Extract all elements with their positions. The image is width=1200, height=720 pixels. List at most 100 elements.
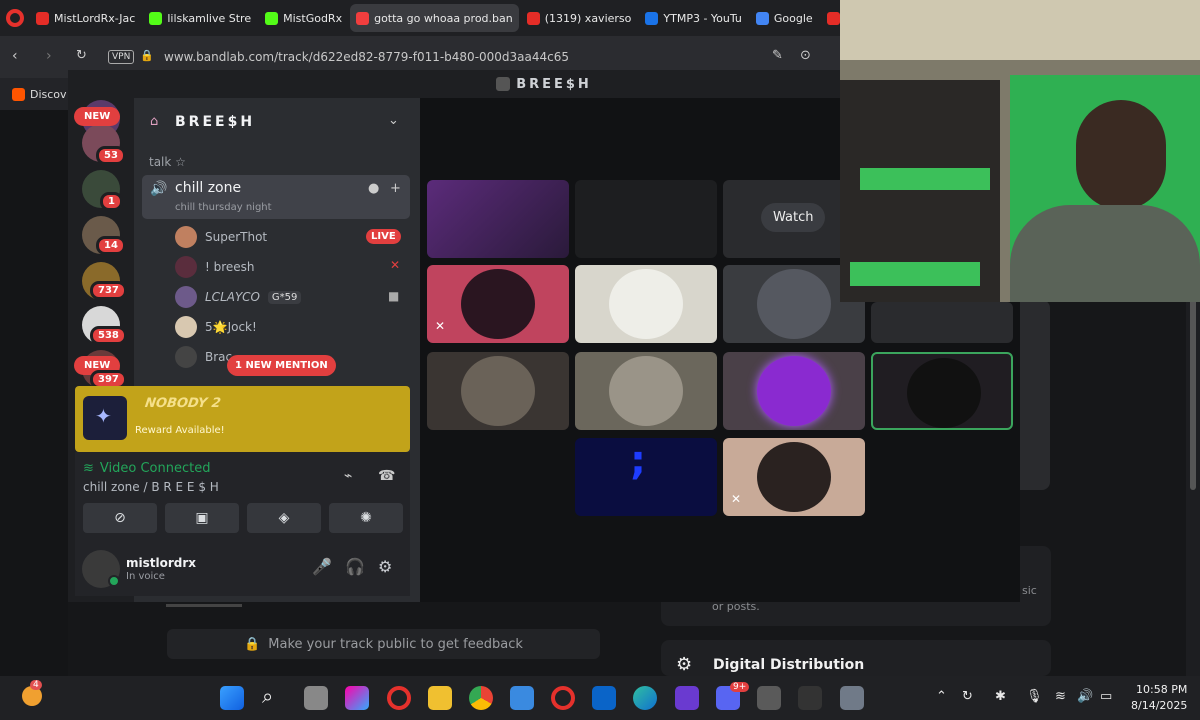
chevron-up-icon[interactable]: ⌃ <box>936 689 947 704</box>
browser-tab[interactable]: YTMP3 - YouTu <box>639 4 748 32</box>
soundboard-button[interactable]: ✺ <box>329 503 403 533</box>
video-tile[interactable] <box>575 180 717 258</box>
chrome-icon[interactable] <box>469 686 493 710</box>
tab-label: Google <box>773 11 813 25</box>
url-text[interactable]: www.bandlab.com/track/d622ed82-8779-f011… <box>164 50 569 64</box>
tab-label: MistGodRx <box>283 11 343 25</box>
video-tile[interactable] <box>871 302 1013 343</box>
task-view-icon[interactable] <box>304 686 328 710</box>
video-tile[interactable] <box>427 352 569 430</box>
activity-button[interactable]: ◈ <box>247 503 321 533</box>
copilot-icon[interactable] <box>345 686 369 710</box>
wifi-icon[interactable]: ≋ <box>1055 689 1066 704</box>
battery-icon[interactable]: ▭ <box>1100 689 1112 704</box>
edit-icon[interactable]: ✎ <box>772 48 783 63</box>
settings-gear-icon[interactable]: ⚙ <box>378 557 392 576</box>
avatar <box>461 356 535 426</box>
camera-icon[interactable]: ⊙ <box>800 48 811 63</box>
clipchamp-icon[interactable] <box>675 686 699 710</box>
tab-favicon-icon <box>526 11 540 25</box>
feedback-bar[interactable]: 🔒 Make your track public to get feedback <box>167 629 600 659</box>
disconnect-icon[interactable]: ☎ <box>378 468 395 484</box>
server-name[interactable]: BREE$H <box>175 114 255 130</box>
edge-icon[interactable] <box>633 686 657 710</box>
file-explorer-icon[interactable] <box>428 686 452 710</box>
tab-favicon-icon <box>356 11 370 25</box>
video-tile[interactable] <box>575 438 717 516</box>
browser-tab[interactable]: MistGodRx <box>259 4 348 32</box>
reload-icon[interactable]: ↻ <box>76 48 87 63</box>
search-icon[interactable]: ⌕ <box>262 684 273 708</box>
mic-tray-icon[interactable]: 🎙 <box>1026 689 1043 704</box>
headphones-icon[interactable]: 🎧 <box>345 557 365 576</box>
chat-icon[interactable]: ● <box>368 181 379 196</box>
opera-menu-icon[interactable] <box>6 9 24 27</box>
tab-favicon-icon <box>36 11 49 25</box>
back-icon[interactable]: ‹ <box>12 48 18 64</box>
cut-text: sic <box>1022 584 1037 597</box>
video-tile-stream[interactable] <box>427 180 569 258</box>
settings-app-icon[interactable] <box>840 686 864 710</box>
browser-tab[interactable]: lilskamlive Stre <box>143 4 257 32</box>
invite-icon[interactable]: + <box>390 181 401 196</box>
video-tile[interactable] <box>575 352 717 430</box>
bandlab-left-rail <box>0 110 68 676</box>
voice-connected-status[interactable]: ≋ Video Connected <box>83 461 210 476</box>
browser-tab[interactable]: Google <box>750 4 819 32</box>
video-tile[interactable]: ✕ <box>723 438 865 516</box>
watch-button[interactable]: Watch <box>761 203 826 232</box>
forward-icon[interactable]: › <box>46 48 52 64</box>
avatar <box>907 358 981 428</box>
outlook-icon[interactable] <box>592 686 616 710</box>
scroll-thumb[interactable] <box>1190 290 1196 490</box>
browser-tab[interactable]: gotta go whoaa prod.ban <box>350 4 519 32</box>
browser-tab[interactable]: (1319) xavierso <box>521 4 638 32</box>
sync-icon[interactable]: ↻ <box>962 689 973 704</box>
server-thumb-icon <box>496 77 511 91</box>
online-status-dot <box>108 575 120 587</box>
avatar <box>175 226 197 248</box>
microphone-icon[interactable]: 🎤 <box>312 557 332 576</box>
voice-user[interactable]: Brac <box>175 346 232 368</box>
speaker-icon: 🔊 <box>150 181 168 197</box>
category-talk[interactable]: talk ☆ <box>149 155 186 169</box>
voice-user[interactable]: 5🌟Jock! <box>175 316 257 338</box>
clock-date[interactable]: 8/14/2025 <box>1131 699 1187 712</box>
bookmark-discover[interactable]: Discov <box>0 78 70 110</box>
unread-badge: 53 <box>96 146 126 165</box>
video-tile-speaking[interactable] <box>871 352 1013 430</box>
new-mention-pill[interactable]: 1 NEW MENTION <box>227 355 336 376</box>
voice-user[interactable]: ! breesh <box>175 256 255 278</box>
camera-app-icon[interactable] <box>757 686 781 710</box>
bookmark-label: Discov <box>30 87 67 101</box>
current-user-name[interactable]: mistlordrx <box>126 556 196 570</box>
opera-gx-icon[interactable] <box>551 686 575 710</box>
opera-taskbar-icon[interactable] <box>387 686 411 710</box>
current-user-status: In voice <box>126 571 165 582</box>
avatar <box>757 356 831 426</box>
start-icon[interactable] <box>220 686 244 710</box>
vpn-badge[interactable]: VPN <box>108 50 135 64</box>
signal-icon: ≋ <box>83 461 94 476</box>
lock-icon: 🔒 <box>244 636 261 652</box>
video-off-button[interactable]: ⊘ <box>83 503 157 533</box>
video-tile[interactable] <box>723 352 865 430</box>
webcam-person-head <box>1076 100 1166 210</box>
voice-user[interactable]: LCLAYCO G*59 <box>175 286 302 308</box>
browser-tab[interactable]: MistLordRx-Jac <box>30 4 141 32</box>
screen-share-button[interactable]: ▣ <box>165 503 239 533</box>
chevron-down-icon[interactable]: ⌄ <box>388 113 399 128</box>
clock-time[interactable]: 10:58 PM <box>1136 683 1187 696</box>
volume-icon[interactable]: 🔊 <box>1077 689 1093 704</box>
store-icon[interactable] <box>510 686 534 710</box>
video-tile[interactable] <box>575 265 717 343</box>
voice-user[interactable]: SuperThot <box>175 226 267 248</box>
webcam-basket <box>850 262 980 286</box>
noise-suppression-icon[interactable]: ⌁ <box>344 468 352 484</box>
video-tile[interactable]: ✕ <box>427 265 569 343</box>
new-pill[interactable]: NEW <box>74 107 121 126</box>
slack-icon[interactable]: ✱ <box>995 689 1006 704</box>
bandlab-side-card <box>1020 300 1050 490</box>
unread-badge: 737 <box>90 281 127 300</box>
obs-icon[interactable] <box>798 686 822 710</box>
